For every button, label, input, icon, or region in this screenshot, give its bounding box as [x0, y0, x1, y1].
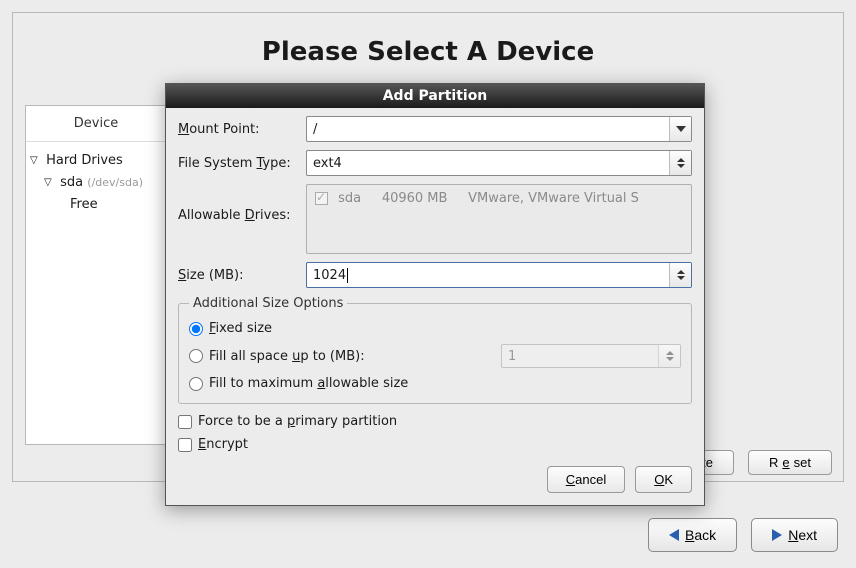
button-label: Next — [788, 527, 817, 543]
fieldset-legend: Additional Size Options — [189, 296, 347, 311]
chevron-down-icon — [669, 117, 691, 141]
drive-row: sda 40960 MB VMware, VMware Virtual S — [315, 191, 683, 206]
tree-hard-drives[interactable]: ▽ Hard Drives — [30, 150, 162, 172]
fill-max-radio[interactable]: Fill to maximum allowable size — [189, 372, 681, 395]
dialog-button-row: Cancel OK — [178, 466, 692, 493]
cancel-button[interactable]: Cancel — [547, 466, 625, 493]
triangle-down-icon: ▽ — [44, 174, 56, 191]
button-label: Cancel — [566, 472, 606, 487]
allowable-drives-row: Allowable Drives: sda 40960 MB VMware, V… — [178, 184, 692, 254]
tree-sda-path: (/dev/sda) — [87, 176, 143, 189]
arrow-right-icon — [772, 529, 782, 541]
checkbox-input[interactable] — [178, 438, 192, 452]
radio-input[interactable] — [189, 322, 203, 336]
fs-type-label: File System Type: — [178, 156, 306, 171]
fs-type-row: File System Type: ext4 — [178, 150, 692, 176]
radio-label: Fill all space up to (MB): — [209, 349, 365, 364]
spin-icon[interactable] — [669, 263, 691, 287]
drive-size: 40960 MB — [382, 191, 448, 206]
ok-button[interactable]: OK — [635, 466, 692, 493]
additional-size-options: Additional Size Options Fixed size Fill … — [178, 296, 692, 404]
fs-type-combo[interactable]: ext4 — [306, 150, 692, 176]
radio-label: Fixed size — [209, 321, 272, 336]
mount-point-row: Mount Point: / — [178, 116, 692, 142]
fill-up-value: 1 — [508, 349, 516, 364]
button-label: set — [794, 455, 811, 470]
size-row: Size (MB): 1024 — [178, 262, 692, 288]
checkbox-icon — [315, 192, 328, 205]
radio-input[interactable] — [189, 349, 203, 363]
drive-name: sda — [338, 191, 361, 206]
size-label: Size (MB): — [178, 268, 306, 283]
dialog-title: Add Partition — [166, 84, 704, 108]
radio-label: Fill to maximum allowable size — [209, 376, 408, 391]
tree-free[interactable]: Free — [30, 194, 162, 216]
device-column-header: Device — [26, 106, 166, 142]
encrypt-checkbox[interactable]: Encrypt — [178, 433, 692, 456]
page-title: Please Select A Device — [13, 37, 843, 67]
mount-point-combo[interactable]: / — [306, 116, 692, 142]
button-label: OK — [654, 472, 673, 487]
device-tree-panel: Device ▽ Hard Drives ▽ sda (/dev/sda) Fr… — [25, 105, 167, 445]
tree-label: sda — [60, 175, 83, 190]
dialog-body: Mount Point: / File System Type: ext4 Al… — [166, 108, 704, 505]
mount-point-label: Mount Point: — [178, 122, 306, 137]
reset-button[interactable]: Reset — [748, 450, 832, 475]
size-value: 1024 — [313, 268, 346, 283]
add-partition-dialog: Add Partition Mount Point: / File System… — [165, 83, 705, 506]
checkbox-label: Force to be a primary partition — [198, 414, 397, 429]
mount-point-value: / — [313, 122, 317, 137]
tree-label: Hard Drives — [46, 153, 123, 168]
checkbox-label: Encrypt — [198, 437, 248, 452]
fill-up-to-input: 1 — [501, 344, 681, 368]
force-primary-checkbox[interactable]: Force to be a primary partition — [178, 410, 692, 433]
device-tree: ▽ Hard Drives ▽ sda (/dev/sda) Free — [26, 142, 166, 224]
fs-type-value: ext4 — [313, 156, 342, 171]
triangle-down-icon: ▽ — [30, 152, 42, 169]
drive-desc: VMware, VMware Virtual S — [468, 191, 639, 206]
allowable-drives-label: Allowable Drives: — [178, 184, 306, 223]
button-label: Back — [685, 527, 716, 543]
tree-label: Free — [70, 197, 98, 212]
size-input[interactable]: 1024 — [306, 262, 692, 288]
text-caret-icon — [347, 268, 348, 283]
next-button[interactable]: Next — [751, 518, 838, 552]
fill-up-to-radio[interactable]: Fill all space up to (MB): 1 — [189, 340, 681, 372]
back-button[interactable]: Back — [648, 518, 737, 552]
radio-input[interactable] — [189, 377, 203, 391]
button-label: R — [769, 455, 778, 470]
tree-sda[interactable]: ▽ sda (/dev/sda) — [30, 172, 162, 194]
spin-icon — [658, 345, 680, 367]
allowable-drives-list: sda 40960 MB VMware, VMware Virtual S — [306, 184, 692, 254]
checkbox-input[interactable] — [178, 415, 192, 429]
arrow-left-icon — [669, 529, 679, 541]
fixed-size-radio[interactable]: Fixed size — [189, 317, 681, 340]
nav-button-row: Back Next — [648, 518, 838, 552]
mnemonic: e — [782, 455, 789, 470]
spin-icon — [669, 151, 691, 175]
